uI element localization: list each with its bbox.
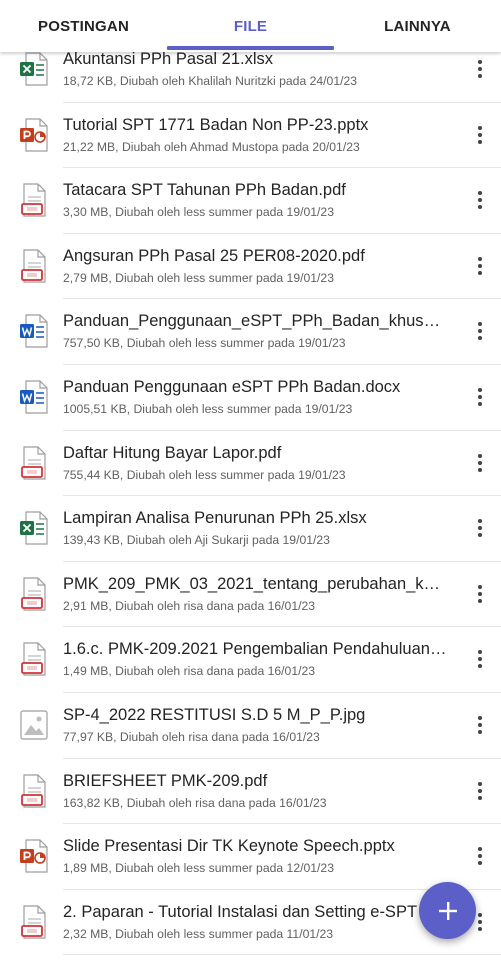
file-row[interactable]: Angsuran PPh Pasal 25 PER08-2020.pdf 2,79…: [0, 234, 501, 300]
file-name: Daftar Hitung Bayar Lapor.pdf: [63, 443, 282, 462]
more-options-button[interactable]: [466, 252, 494, 280]
more-options-button[interactable]: [466, 842, 494, 870]
file-meta: 18,72 KB, Diubah oleh Khalilah Nuritzki …: [63, 74, 358, 88]
file-name: 2. Paparan - Tutorial Instalasi dan Sett…: [63, 902, 433, 921]
file-meta: 3,30 MB, Diubah oleh less summer pada 19…: [63, 205, 334, 220]
more-vertical-icon: [478, 649, 482, 670]
more-vertical-icon: [478, 255, 482, 276]
more-vertical-icon: [478, 714, 482, 735]
plus-icon: [438, 901, 457, 920]
file-name: Tatacara SPT Tahunan PPh Badan.pdf: [63, 181, 346, 200]
word-file-icon: [19, 380, 49, 414]
more-options-button[interactable]: [466, 121, 494, 149]
more-vertical-icon: [478, 452, 482, 473]
more-options-button[interactable]: [466, 55, 494, 83]
file-meta: 2,91 MB, Diubah oleh risa dana pada 16/0…: [63, 598, 316, 613]
more-options-button[interactable]: [466, 514, 494, 542]
file-meta: 21,22 MB, Diubah oleh Ahmad Mustopa pada…: [63, 139, 360, 154]
file-name: PMK_209_PMK_03_2021_tentang_perubahan_ke…: [63, 574, 447, 593]
file-name: Angsuran PPh Pasal 25 PER08-2020.pdf: [63, 246, 365, 265]
file-row[interactable]: Lampiran Analisa Penurunan PPh 25.xlsx 13…: [0, 496, 501, 562]
file-meta: 77,97 KB, Diubah oleh risa dana pada 16/…: [63, 729, 320, 744]
file-meta: 1,49 MB, Diubah oleh risa dana pada 16/0…: [63, 664, 316, 679]
more-vertical-icon: [478, 386, 482, 407]
file-name: 1.6.c. PMK-209.2021 Pengembalian Pendahu…: [63, 640, 447, 659]
image-file-icon: [19, 708, 49, 742]
more-vertical-icon: [478, 846, 482, 867]
more-vertical-icon: [478, 518, 482, 539]
more-vertical-icon: [478, 583, 482, 604]
more-vertical-icon: [478, 911, 482, 932]
pdf-file-icon: [19, 445, 49, 480]
add-file-button[interactable]: [419, 882, 476, 939]
pdf-file-icon: [19, 642, 49, 676]
file-meta: 139,43 KB, Diubah oleh Aji Sukarji pada …: [63, 533, 330, 548]
file-meta: 755,44 KB, Diubah oleh less summer pada …: [63, 467, 346, 482]
pdf-file-icon: [19, 905, 49, 939]
more-options-button[interactable]: [466, 317, 494, 345]
file-meta: 1,89 MB, Diubah oleh less summer pada 12…: [63, 861, 334, 876]
pdf-file-icon: [19, 183, 49, 217]
file-row[interactable]: 1.6.c. PMK-209.2021 Pengembalian Pendahu…: [0, 627, 501, 693]
file-name: Slide Presentasi Dir TK Keynote Speech.p…: [63, 837, 395, 856]
file-name: Panduan Penggunaan eSPT PPh Badan.docx: [63, 377, 401, 396]
more-vertical-icon: [478, 780, 482, 801]
file-name: Akuntansi PPh Pasal 21.xlsx: [63, 50, 274, 68]
more-options-button[interactable]: [466, 711, 494, 739]
file-meta: 163,82 KB, Diubah oleh risa dana pada 16…: [63, 795, 327, 810]
excel-file-icon: [19, 511, 49, 545]
file-name: Lampiran Analisa Penurunan PPh 25.xlsx: [63, 509, 367, 528]
pdf-file-icon: [19, 773, 49, 808]
file-row[interactable]: Tatacara SPT Tahunan PPh Badan.pdf 3,30 M…: [0, 168, 501, 234]
more-vertical-icon: [478, 124, 482, 145]
more-options-button[interactable]: [466, 645, 494, 673]
file-list: Akuntansi PPh Pasal 21.xlsx 18,72 KB, Diu…: [0, 37, 501, 955]
file-name: BRIEFSHEET PMK-209.pdf: [63, 771, 268, 790]
file-meta: 1005,51 KB, Diubah oleh less summer pada…: [63, 401, 353, 416]
more-vertical-icon: [478, 321, 482, 342]
tab-postingan[interactable]: POSTINGAN: [0, 0, 167, 52]
more-vertical-icon: [478, 59, 482, 80]
file-row[interactable]: Daftar Hitung Bayar Lapor.pdf 755,44 KB, …: [0, 431, 501, 497]
more-options-button[interactable]: [466, 580, 494, 608]
file-name: Panduan_Penggunaan_eSPT_PPh_Badan_khusus…: [63, 312, 447, 331]
file-row[interactable]: BRIEFSHEET PMK-209.pdf 163,82 KB, Diubah …: [0, 759, 501, 825]
pdf-file-icon: [19, 249, 49, 283]
file-meta: 2,32 MB, Diubah oleh less summer pada 11…: [63, 926, 334, 941]
file-row[interactable]: SP-4_2022 RESTITUSI S.D 5 M_P_P.jpg 77,97…: [0, 693, 501, 759]
tab-file[interactable]: FILE: [167, 0, 334, 52]
powerpoint-file-icon: [19, 839, 49, 873]
file-row[interactable]: Tutorial SPT 1771 Badan Non PP-23.pptx 21…: [0, 103, 501, 169]
pdf-file-icon: [19, 577, 49, 611]
more-vertical-icon: [478, 190, 482, 211]
file-row[interactable]: Slide Presentasi Dir TK Keynote Speech.p…: [0, 824, 501, 890]
excel-file-icon: [19, 52, 49, 86]
active-tab-indicator: [167, 46, 334, 50]
more-options-button[interactable]: [466, 186, 494, 214]
word-file-icon: [19, 314, 49, 348]
file-meta: 2,79 MB, Diubah oleh less summer pada 19…: [63, 270, 334, 285]
more-options-button[interactable]: [466, 777, 494, 805]
more-options-button[interactable]: [466, 383, 494, 411]
file-name: Tutorial SPT 1771 Badan Non PP-23.pptx: [63, 115, 369, 134]
file-row[interactable]: Panduan Penggunaan eSPT PPh Badan.docx 10…: [0, 365, 501, 431]
file-name: SP-4_2022 RESTITUSI S.D 5 M_P_P.jpg: [63, 705, 366, 724]
more-options-button[interactable]: [466, 449, 494, 477]
file-row[interactable]: PMK_209_PMK_03_2021_tentang_perubahan_ke…: [0, 562, 501, 628]
powerpoint-file-icon: [19, 117, 49, 152]
file-meta: 757,50 KB, Diubah oleh less summer pada …: [63, 336, 346, 351]
tab-bar: POSTINGAN FILE LAINNYA: [0, 0, 501, 52]
tab-lainnya[interactable]: LAINNYA: [334, 0, 501, 52]
file-row[interactable]: Panduan_Penggunaan_eSPT_PPh_Badan_khusus…: [0, 299, 501, 365]
